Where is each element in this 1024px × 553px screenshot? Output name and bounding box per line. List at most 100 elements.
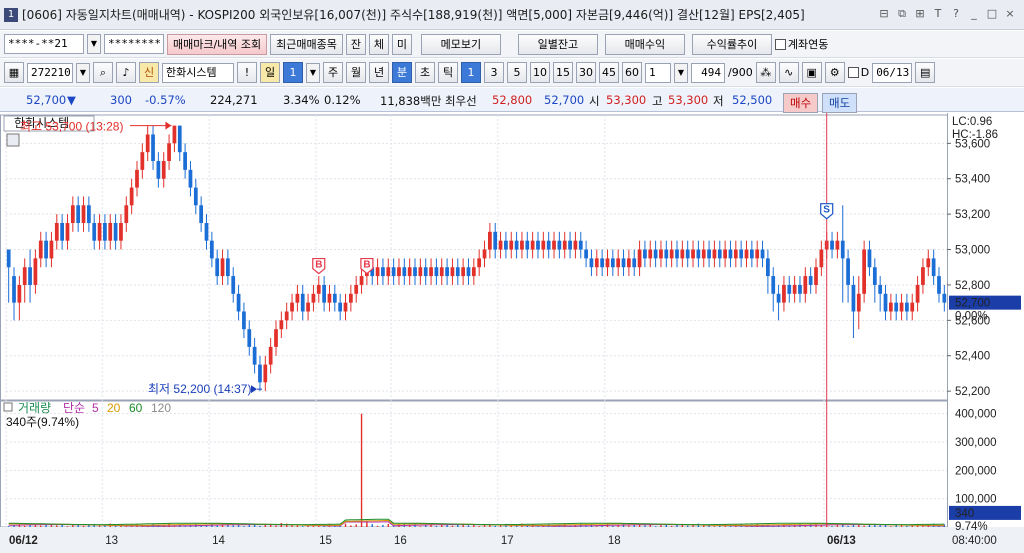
buy-button[interactable]: 매수 (783, 93, 819, 113)
close-icon[interactable]: × (1002, 6, 1018, 22)
down-candle-body (766, 258, 770, 277)
down-candle-body (231, 276, 236, 294)
interval-3-button[interactable]: 3 (484, 62, 504, 83)
down-candle-body (338, 302, 343, 312)
unfilled-mode-button[interactable]: 미 (391, 33, 412, 55)
account-link-toggle[interactable]: 계좌연동 (774, 36, 828, 52)
font-icon[interactable]: T (930, 6, 946, 22)
daily-balance-button[interactable]: 일별잔고 (517, 33, 598, 55)
down-candle-body (381, 267, 385, 277)
layout-icon[interactable]: ⊟ (876, 6, 892, 22)
down-candle-body (258, 364, 262, 383)
count-input[interactable]: 494 (691, 62, 725, 83)
filled-mode-button[interactable]: 체 (368, 33, 389, 55)
down-candle-body (942, 293, 947, 303)
new-listing-badge: 신 (139, 62, 159, 83)
return-trend-button[interactable]: 수익률추이 (691, 33, 772, 55)
period-count-field[interactable]: 1 (283, 62, 303, 83)
alert-button[interactable]: ! (237, 62, 257, 83)
account-input[interactable]: ****-**21 (4, 34, 84, 54)
memo-button[interactable]: 메모보기 (420, 33, 501, 55)
help-icon[interactable]: ? (948, 6, 964, 22)
settings-icon[interactable]: ⚙ (824, 62, 845, 83)
up-candle-body (38, 240, 43, 259)
balance-mode-button[interactable]: 잔 (345, 33, 366, 55)
search-icon[interactable]: ⌕ (93, 62, 113, 83)
price-tick-label: 53,200 (955, 209, 990, 221)
down-candle-body (685, 249, 690, 259)
date-input[interactable]: 06/13 (872, 62, 913, 83)
save-icon[interactable]: ▣ (801, 62, 822, 83)
down-candle-body (6, 249, 11, 268)
pin-icon[interactable]: ⊞ (912, 6, 928, 22)
down-candle-body (103, 222, 107, 241)
date-checkbox[interactable] (847, 67, 859, 78)
calendar-icon[interactable]: ▤ (915, 62, 936, 83)
up-candle-body (172, 125, 177, 144)
low-label: 저 (713, 94, 724, 108)
sell-button[interactable]: 매도 (822, 93, 858, 113)
period-dropdown-icon[interactable]: ▼ (306, 62, 320, 83)
table-icon (6, 133, 20, 147)
interval-5-button[interactable]: 5 (507, 62, 527, 83)
minimize-icon[interactable]: _ (966, 6, 982, 22)
price-chart[interactable]: 06/12 13 14 15 16 17 18 06/13 08:40:0053,60053,4… (0, 113, 1024, 553)
trade-profit-button[interactable]: 매매수익 (604, 33, 685, 55)
down-candle-body (423, 267, 428, 277)
code-dropdown-icon[interactable]: ▼ (76, 62, 90, 83)
period-daily-button[interactable]: 일 (260, 62, 280, 83)
down-candle-body (76, 205, 81, 223)
high-label: 고 (652, 94, 663, 108)
interval-dropdown-icon[interactable]: ▼ (674, 62, 688, 83)
down-candle-body (322, 284, 326, 303)
down-candle-body (707, 249, 711, 259)
down-candle-body (787, 284, 792, 294)
period-second-button[interactable]: 초 (415, 62, 435, 83)
period-tick-button[interactable]: 틱 (438, 62, 458, 83)
password-input[interactable]: ******** (104, 34, 164, 54)
up-candle-body (856, 293, 861, 312)
x-tick-label: 18 (608, 535, 621, 547)
price-tick-label: 52,200 (955, 386, 990, 398)
down-candle-body (525, 240, 530, 250)
current-price-tag-label: 52,700 (955, 298, 990, 310)
interval-15-button[interactable]: 15 (553, 62, 573, 83)
trade-mark-button[interactable]: 매매마크/내역 조회 (167, 33, 268, 55)
up-candle-body (429, 267, 433, 277)
period-monthly-button[interactable]: 월 (346, 62, 366, 83)
layout-grid-icon[interactable]: ▦ (4, 62, 24, 83)
draw-tool-icon[interactable]: ∿ (778, 62, 799, 83)
up-candle-body (862, 249, 866, 294)
interval-10-button[interactable]: 10 (530, 62, 550, 83)
down-candle-body (177, 125, 182, 153)
period-minute-button[interactable]: 분 (392, 62, 412, 83)
down-candle-body (872, 267, 877, 285)
account-link-checkbox[interactable] (774, 38, 786, 50)
interval-45-button[interactable]: 45 (599, 62, 619, 83)
interval-30-button[interactable]: 30 (576, 62, 596, 83)
stock-code-input[interactable]: 272210 (27, 62, 73, 83)
interval-60-button[interactable]: 60 (622, 62, 642, 83)
up-candle-body (108, 222, 113, 241)
interval-1-button[interactable]: 1 (461, 62, 481, 83)
volume-legend-period: 5 (92, 401, 99, 415)
date-toggle[interactable]: D (847, 66, 869, 79)
copy-window-icon[interactable]: ⧉ (894, 6, 910, 22)
volume-ratio: 3.34% (283, 93, 320, 107)
up-candle-body (691, 249, 695, 259)
period-yearly-button[interactable]: 년 (369, 62, 389, 83)
recent-items-button[interactable]: 최근매매종목 (270, 33, 343, 55)
up-candle-body (161, 161, 166, 179)
speaker-icon[interactable]: ♪ (116, 62, 136, 83)
account-dropdown-icon[interactable]: ▼ (87, 34, 101, 54)
maximize-icon[interactable]: □ (984, 6, 1000, 22)
low-price: 52,500 (732, 93, 773, 107)
interval-input[interactable]: 1 (645, 62, 671, 83)
down-candle-body (236, 293, 241, 312)
time-label: 08:40:00 (952, 535, 997, 547)
hc-indicator: HC:-1.86 (952, 129, 998, 141)
indicator-icon[interactable]: ⁂ (755, 62, 776, 83)
down-candle-body (413, 267, 417, 277)
up-candle-body (541, 240, 546, 250)
period-weekly-button[interactable]: 주 (323, 62, 343, 83)
